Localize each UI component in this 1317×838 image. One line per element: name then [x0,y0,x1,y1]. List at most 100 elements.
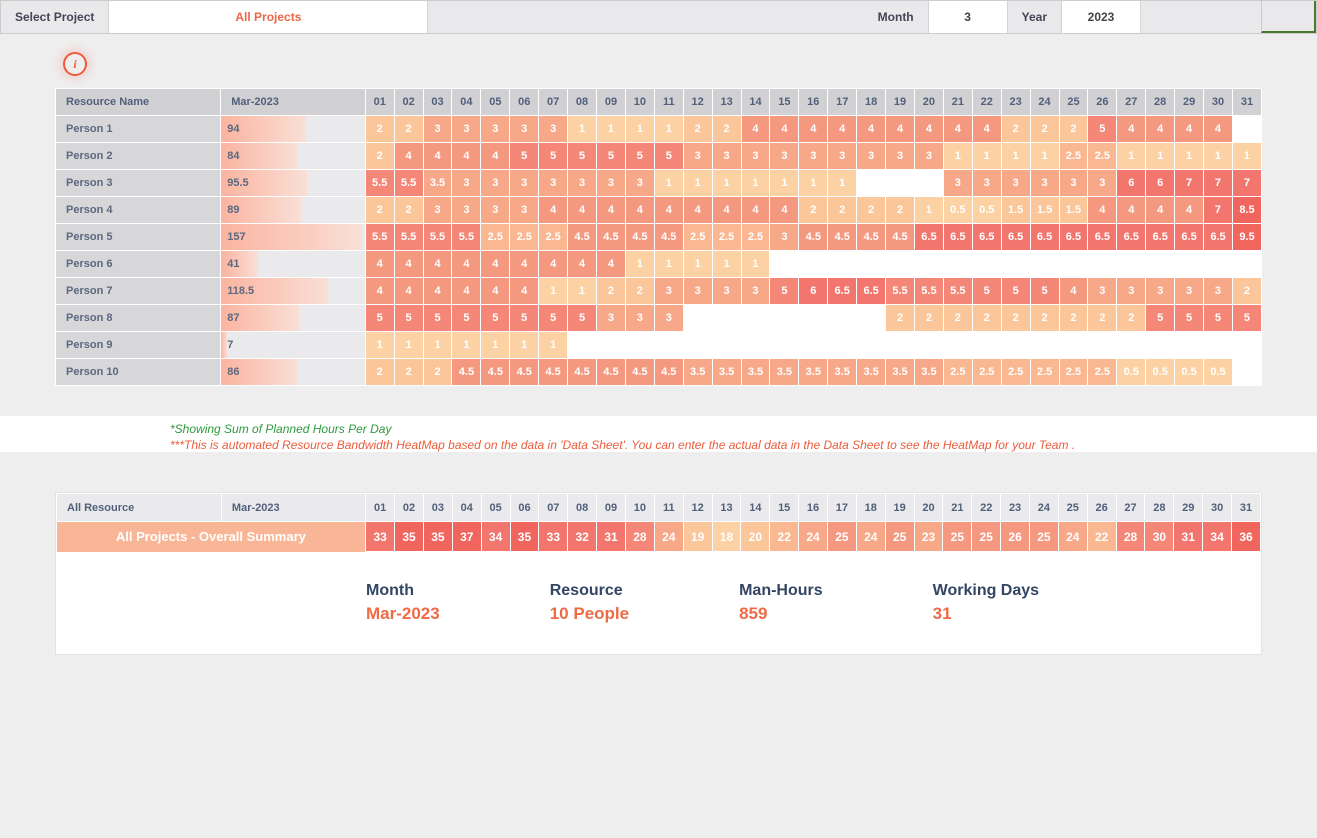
heatmap-cell: 1 [914,197,943,224]
heatmap-cell: 1 [1232,143,1261,170]
heatmap-cell [799,332,828,359]
heatmap-cell [1232,116,1261,143]
heatmap-cell: 3 [539,170,568,197]
heatmap-cell: 1 [828,170,857,197]
col-header-day: 12 [683,89,712,116]
project-select[interactable]: All Projects [108,1,428,33]
month-input[interactable]: 3 [928,1,1008,33]
heatmap-cell: 4 [741,116,770,143]
heatmap-cell: 4 [712,197,741,224]
heatmap-cell: 1 [741,251,770,278]
heatmap-cell: 1 [539,278,568,305]
col-header-day: 09 [597,89,626,116]
heatmap-cell [886,251,915,278]
resource-total: 94 [221,116,366,143]
heatmap-cell: 5.5 [394,224,423,251]
heatmap-cell: 2 [857,197,886,224]
heatmap-cell: 7 [1204,197,1233,224]
heatmap-cell: 3 [1088,170,1117,197]
heatmap-cell [943,332,972,359]
summary-cell: 34 [1203,522,1232,552]
summary-cell: 24 [1058,522,1087,552]
heatmap-cell: 4 [597,251,626,278]
resource-total: 41 [221,251,366,278]
heatmap-cell: 4 [770,116,799,143]
year-input[interactable]: 2023 [1061,1,1141,33]
summary-cell: 35 [423,522,452,552]
heatmap-cell: 6.5 [1001,224,1030,251]
heatmap-cell: 1 [423,332,452,359]
heatmap-cell: 4 [1146,197,1175,224]
heatmap-cell: 2 [1030,305,1059,332]
heatmap-cell: 2 [1088,305,1117,332]
heatmap-cell: 3 [423,116,452,143]
heatmap-cell: 0.5 [943,197,972,224]
heatmap-cell: 6.5 [1175,224,1204,251]
col-header-day: 01 [365,89,394,116]
resource-total: 118.5 [221,278,366,305]
col-header-day: 14 [741,89,770,116]
heatmap-cell: 5 [654,143,683,170]
summary-col-day: 12 [683,494,712,522]
info-icon[interactable]: i [63,52,87,76]
heatmap-cell: 4 [683,197,712,224]
heatmap-cell: 2 [886,197,915,224]
heatmap-cell: 3 [423,197,452,224]
heatmap-cell: 6.5 [1204,224,1233,251]
filter-bar: Select Project All Projects Month 3 Year… [0,0,1317,34]
heatmap-cell: 2 [1030,116,1059,143]
heatmap-cell: 1 [712,251,741,278]
summary-col-day: 25 [1058,494,1087,522]
summary-col-day: 18 [856,494,885,522]
heatmap-cell: 5.5 [365,224,394,251]
heatmap-cell [914,332,943,359]
col-header-day: 16 [799,89,828,116]
summary-col-left: All Resource [57,494,222,522]
heatmap-cell: 1.5 [1059,197,1088,224]
summary-cell: 28 [625,522,654,552]
col-header-day: 17 [828,89,857,116]
heatmap-cell: 1 [1146,143,1175,170]
summary-cell: 33 [539,522,568,552]
summary-cell: 31 [597,522,626,552]
summary-cell: 31 [1174,522,1203,552]
heatmap-cell: 6.5 [828,278,857,305]
heatmap-cell: 3.5 [423,170,452,197]
heatmap-cell: 3.5 [683,359,712,386]
col-header-day: 11 [654,89,683,116]
heatmap-cell: 5.5 [423,224,452,251]
summary-cell: 34 [481,522,510,552]
summary-col-day: 08 [568,494,597,522]
summary-col-day: 01 [366,494,395,522]
summary-col-day: 24 [1030,494,1059,522]
heatmap-cell: 2 [394,116,423,143]
heatmap-cell: 3 [972,170,1001,197]
heatmap-cell: 4.5 [510,359,539,386]
summary-col-day: 19 [885,494,914,522]
heatmap-cell: 7 [1204,170,1233,197]
heatmap-cell: 3.5 [914,359,943,386]
stat-resource-label: Resource [550,582,629,600]
heatmap-row: Person 10 86 2224.54.54.54.54.54.54.54.5… [56,359,1262,386]
heatmap-cell [799,251,828,278]
heatmap-cell: 4 [481,278,510,305]
heatmap-cell: 4.5 [857,224,886,251]
heatmap-cell: 3 [1175,278,1204,305]
heatmap-cell: 4 [1175,116,1204,143]
heatmap-cell: 5 [972,278,1001,305]
heatmap-cell [914,251,943,278]
heatmap-cell: 2 [625,278,654,305]
heatmap-cell: 4 [481,251,510,278]
summary-cell: 28 [1116,522,1145,552]
heatmap-cell: 4 [597,197,626,224]
heatmap-cell: 3 [481,197,510,224]
heatmap-cell [943,251,972,278]
heatmap-cell: 2 [972,305,1001,332]
heatmap-cell [828,332,857,359]
heatmap-cell: 6 [1146,170,1175,197]
heatmap-cell: 4 [972,116,1001,143]
heatmap-cell: 5 [539,143,568,170]
heatmap-cell: 4 [770,197,799,224]
summary-col-day: 11 [654,494,683,522]
col-header-day: 29 [1175,89,1204,116]
